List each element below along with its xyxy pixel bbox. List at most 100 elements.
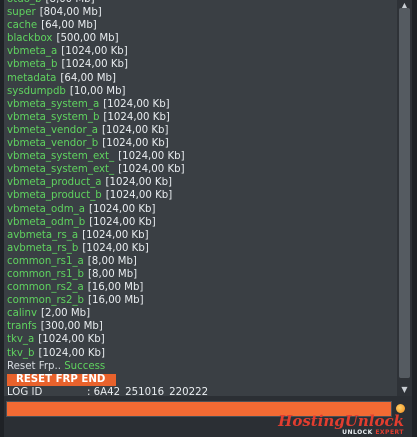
progress-area: HostingUnlock UNLOCK EXPERT — [4, 396, 412, 437]
log-line: tranfs [300,00 Mb] — [7, 320, 208, 333]
partition-size: [1024,00 Kb] — [61, 46, 128, 58]
watermark-logo: HostingUnlock UNLOCK EXPERT — [278, 413, 404, 437]
partition-size: [16,00 Mb] — [87, 282, 144, 294]
log-line: vbmeta_odm_b [1024,00 Kb] — [7, 216, 208, 229]
log-line: avbmeta_rs_a [1024,00 Kb] — [7, 229, 208, 242]
partition-size: [2,00 Mb] — [41, 308, 91, 320]
log-line: super [804,00 Mb] — [7, 6, 208, 19]
partition-size: [1024,00 Kb] — [89, 216, 156, 228]
log-line: vbmeta_system_a [1024,00 Kb] — [7, 98, 208, 111]
partition-name: tranfs — [7, 321, 37, 333]
partition-name: avbmeta_rs_a — [7, 229, 79, 241]
partition-size: [16,00 Mb] — [88, 295, 144, 307]
watermark-tagline: UNLOCK EXPERT — [342, 429, 404, 436]
partition-size: [1024,00 Kb] — [82, 242, 149, 254]
partition-name: tkv_a — [7, 334, 35, 346]
partition-size: [8,00 Mb] — [87, 255, 137, 267]
partition-size: [1024,00 Kb] — [38, 334, 105, 346]
partition-name: super — [7, 7, 36, 19]
log-panel: otdo_b[8,00 Mb]super[804,00 Mb]cache[64,… — [4, 0, 397, 396]
partition-size: [64,00 Mb] — [60, 72, 116, 84]
partition-name: cache — [7, 20, 38, 32]
partition-name: metadata — [7, 72, 57, 84]
partition-name: avbmeta_rs_b — [7, 242, 79, 254]
log-line: metadata [64,00 Mb] — [7, 72, 208, 85]
partition-size: [300,00 Mb] — [40, 321, 103, 333]
partition-name: common_rs1_b — [7, 268, 85, 280]
log-line: vbmeta_system_ext_ [1024,00 Kb] — [7, 163, 208, 176]
partition-size: [64,00 Mb] — [41, 20, 97, 32]
reset-frp-line: Reset Frp.. Success — [7, 360, 208, 373]
log-id-line: LOG ID : 6A42_251016_220222 — [7, 386, 208, 396]
log-line: vbmeta_vendor_b [1024,00 Kb] — [7, 137, 208, 150]
partition-name: tkv_b — [7, 347, 35, 359]
partition-name: vbmeta_vendor_a — [7, 124, 98, 136]
log-line: common_rs1_b [8,00 Mb] — [7, 268, 208, 281]
partition-name: otdo_b — [7, 0, 42, 5]
partition-size: [8,00 Mb] — [88, 268, 138, 280]
partition-size: [1024,00 Kb] — [118, 151, 185, 163]
partition-size: [1024,00 Kb] — [103, 111, 170, 123]
log-line: vbmeta_vendor_a [1024,00 Kb] — [7, 124, 208, 137]
log-line: common_rs2_b [16,00 Mb] — [7, 294, 208, 307]
log-line: sysdumpdb [10,00 Mb] — [7, 85, 208, 98]
log-line: vbmeta_system_ext_ [1024,00 Kb] — [7, 150, 208, 163]
partition-name: vbmeta_odm_a — [7, 203, 85, 215]
log-scrollbar[interactable]: ▲ ▼ — [397, 0, 412, 396]
partition-name: common_rs1_a — [7, 255, 84, 267]
partition-name: common_rs2_b — [7, 295, 85, 307]
partition-name: vbmeta_b — [7, 59, 58, 71]
reset-frp-end-badge: RESET FRP END — [7, 373, 117, 386]
log-id-value: : 6A42_251016_220222 — [87, 386, 209, 396]
partition-name: vbmeta_a — [7, 46, 58, 58]
partition-size: [1024,00 Kb] — [82, 229, 149, 241]
end-badge-line: RESET FRP END — [7, 373, 208, 386]
partition-name: sysdumpdb — [7, 85, 66, 97]
partition-name: vbmeta_product_b — [7, 190, 102, 202]
scroll-thumb[interactable] — [399, 8, 410, 378]
partition-name: vbmeta_system_ext_ — [7, 151, 115, 163]
log-line: calinv [2,00 Mb] — [7, 307, 208, 320]
partition-name: blackbox — [7, 33, 53, 45]
reset-frp-status: Success — [64, 360, 106, 372]
log-line: tkv_b [1024,00 Kb] — [7, 347, 208, 360]
partition-name: vbmeta_system_b — [7, 111, 100, 123]
partition-name: vbmeta_product_a — [7, 177, 102, 189]
log-line: vbmeta_product_a [1024,00 Kb] — [7, 176, 208, 189]
log-line: cache [64,00 Mb] — [7, 19, 208, 32]
partition-size: [1024,00 Kb] — [105, 190, 173, 202]
log-id-label: LOG ID — [7, 386, 43, 396]
log-line: common_rs1_a [8,00 Mb] — [7, 255, 208, 268]
log-line: vbmeta_system_b [1024,00 Kb] — [7, 111, 208, 124]
partition-size: [10,00 Mb] — [69, 85, 126, 97]
partition-size: [500,00 Mb] — [56, 33, 119, 45]
log-line: avbmeta_rs_b [1024,00 Kb] — [7, 242, 208, 255]
partition-size: [804,00 Mb] — [39, 7, 102, 19]
log-lines: otdo_b[8,00 Mb]super[804,00 Mb]cache[64,… — [7, 0, 208, 396]
partition-size: [1024,00 Kb] — [103, 98, 170, 110]
partition-name: vbmeta_odm_b — [7, 216, 86, 228]
partition-size: [1024,00 Kb] — [38, 347, 105, 359]
partition-name: vbmeta_system_a — [7, 98, 100, 110]
partition-name: calinv — [7, 308, 37, 320]
partition-size: [1024,00 Kb] — [102, 138, 169, 150]
watermark-brand: HostingUnlock — [278, 412, 404, 430]
log-line: tkv_a [1024,00 Kb] — [7, 333, 208, 346]
window-frame-right — [412, 0, 417, 437]
partition-name: common_rs2_a — [7, 282, 84, 294]
partition-name: vbmeta_vendor_b — [7, 138, 99, 150]
log-line: blackbox [500,00 Mb] — [7, 32, 208, 45]
reset-frp-label: Reset Frp.. — [7, 360, 65, 372]
log-line: vbmeta_b [1024,00 Kb] — [7, 58, 208, 71]
partition-size: [1024,00 Kb] — [88, 203, 156, 215]
log-line: vbmeta_product_b [1024,00 Kb] — [7, 189, 208, 202]
partition-size: [8,00 Mb] — [46, 0, 95, 5]
log-line: vbmeta_odm_a [1024,00 Kb] — [7, 203, 208, 216]
arrow-down-icon[interactable]: ▼ — [397, 384, 412, 396]
partition-size: [1024,00 Kb] — [118, 164, 185, 176]
partition-size: [1024,00 Kb] — [102, 124, 169, 136]
log-line: common_rs2_a [16,00 Mb] — [7, 281, 208, 294]
partition-size: [1024,00 Kb] — [105, 177, 173, 189]
partition-name: vbmeta_system_ext_ — [7, 164, 115, 176]
log-line: vbmeta_a [1024,00 Kb] — [7, 45, 208, 58]
